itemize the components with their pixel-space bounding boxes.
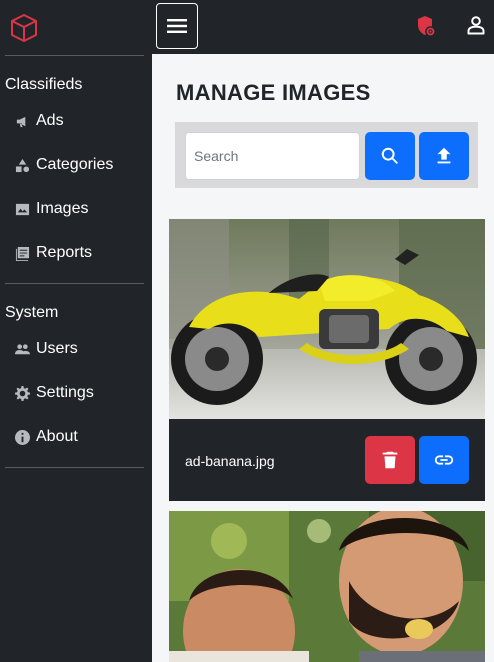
classifieds-nav: Ads Categories Images Reports	[0, 94, 152, 275]
report-icon	[14, 245, 30, 261]
image-preview-people[interactable]	[169, 511, 485, 662]
security-alert-icon[interactable]	[416, 15, 436, 37]
gear-icon	[14, 385, 30, 401]
image-filename: ad-banana.jpg	[185, 453, 275, 469]
shapes-icon	[14, 157, 30, 173]
users-icon	[14, 341, 30, 357]
sidebar-divider	[5, 467, 144, 468]
search-icon	[381, 147, 398, 164]
image-preview-motorcycle[interactable]	[169, 219, 485, 419]
main-content: MANAGE IMAGES Search ad-banana.jpg	[152, 54, 494, 662]
top-navbar	[152, 0, 494, 54]
user-account-icon[interactable]	[466, 15, 486, 35]
sidebar-item-ads[interactable]: Ads	[0, 99, 152, 143]
delete-image-button[interactable]	[365, 436, 415, 484]
search-panel	[175, 122, 478, 188]
sidebar-item-about[interactable]: About	[0, 415, 152, 459]
sidebar-item-reports[interactable]: Reports	[0, 231, 152, 275]
image-card: ad-banana.jpg	[169, 219, 485, 501]
search-button[interactable]	[365, 132, 415, 180]
copy-link-button[interactable]	[419, 436, 469, 484]
cube-logo-icon[interactable]	[8, 12, 40, 44]
logo-bar	[5, 0, 144, 56]
image-card	[169, 511, 485, 662]
hamburger-icon	[167, 19, 187, 33]
search-input[interactable]	[185, 132, 360, 180]
trash-icon	[382, 451, 398, 469]
system-nav: Users Settings About	[0, 322, 152, 459]
sidebar-item-images[interactable]: Images	[0, 187, 152, 231]
section-title-system: System	[5, 304, 59, 321]
upload-icon	[437, 147, 451, 164]
sidebar-item-categories[interactable]: Categories	[0, 143, 152, 187]
upload-button[interactable]	[419, 132, 469, 180]
menu-toggle-button[interactable]	[156, 3, 198, 49]
sidebar-item-label: Images	[36, 200, 89, 217]
section-title-classifieds: Classifieds	[5, 76, 83, 93]
sidebar-item-label: About	[36, 428, 78, 445]
sidebar-item-label: Ads	[36, 112, 64, 129]
sidebar-item-users[interactable]: Users	[0, 327, 152, 371]
sidebar-item-label: Reports	[36, 244, 93, 261]
sidebar-item-label: Categories	[36, 156, 114, 173]
link-icon	[434, 455, 454, 465]
sidebar: Classifieds Ads Categories Images Report…	[0, 0, 152, 662]
image-icon	[14, 201, 30, 217]
info-icon	[14, 429, 30, 445]
image-card-footer: ad-banana.jpg	[169, 419, 485, 501]
sidebar-item-settings[interactable]: Settings	[0, 371, 152, 415]
sidebar-item-label: Users	[36, 340, 78, 357]
sidebar-item-label: Settings	[36, 384, 94, 401]
page-title: MANAGE IMAGES	[176, 80, 371, 105]
megaphone-icon	[14, 113, 30, 129]
